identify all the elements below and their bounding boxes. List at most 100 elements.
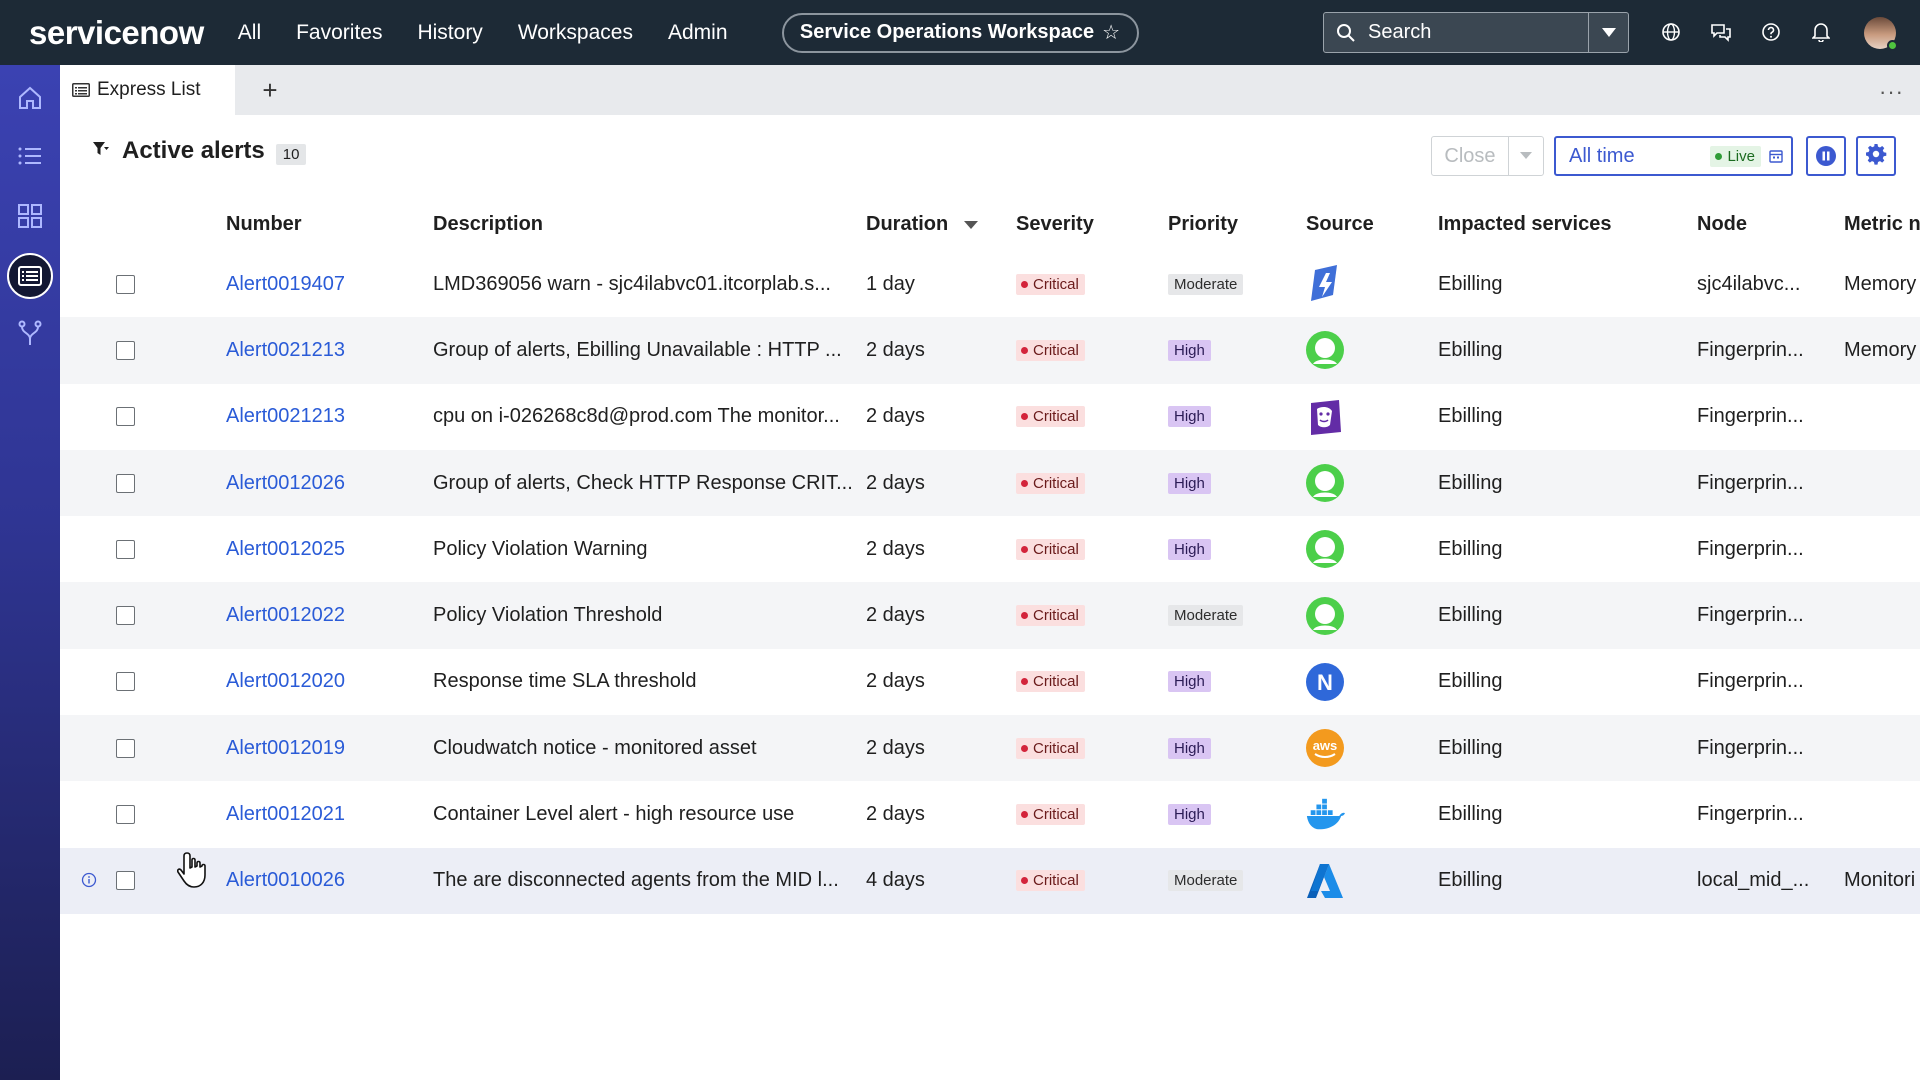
pause-button[interactable]	[1806, 136, 1846, 176]
table-row[interactable]: Alert0012019 Cloudwatch notice - monitor…	[60, 715, 1920, 782]
row-checkbox-cell	[116, 649, 135, 715]
alert-number-link[interactable]: Alert0021213	[226, 384, 345, 450]
alert-description: Group of alerts, Check HTTP Response CRI…	[433, 471, 853, 494]
home-icon[interactable]	[0, 73, 60, 123]
column-header-source[interactable]: Source	[1306, 213, 1374, 236]
add-tab-button[interactable]: +	[250, 65, 290, 115]
severity-badge: Critical	[1016, 671, 1085, 693]
row-checkbox-cell	[116, 317, 135, 383]
help-icon[interactable]	[1746, 15, 1796, 49]
time-range-selector[interactable]: All time Live	[1554, 136, 1793, 176]
severity-label: Critical	[1033, 806, 1079, 824]
bell-icon[interactable]	[1796, 15, 1846, 49]
source-cell	[1305, 251, 1345, 317]
column-header-severity[interactable]: Severity	[1016, 213, 1094, 236]
alert-description: cpu on i-026268c8d@prod.com The monitor.…	[433, 405, 840, 428]
table-body: Alert0019407 LMD369056 warn - sjc4ilabvc…	[60, 251, 1920, 914]
row-checkbox[interactable]	[116, 672, 135, 692]
active-rail-indicator	[7, 253, 53, 299]
table-row[interactable]: Alert0021213 Group of alerts, Ebilling U…	[60, 317, 1920, 384]
table-row[interactable]: Alert0010026 The are disconnected agents…	[60, 847, 1920, 914]
avatar[interactable]	[1864, 17, 1898, 51]
table-row[interactable]: Alert0012020 Response time SLA threshold…	[60, 649, 1920, 715]
close-button[interactable]: Close	[1432, 137, 1508, 175]
nav-workspaces[interactable]: Workspaces	[518, 21, 633, 45]
info-icon[interactable]	[81, 872, 97, 893]
column-header-metric[interactable]: Metric n	[1844, 213, 1920, 236]
tab-express-list[interactable]: Express List	[60, 65, 235, 115]
nav-history[interactable]: History	[417, 21, 482, 45]
tab-bar: Express List + ···	[60, 65, 1920, 115]
star-icon[interactable]: ☆	[1102, 20, 1120, 45]
express-list-icon[interactable]	[0, 251, 60, 301]
priority-badge: High	[1168, 671, 1211, 693]
column-header-impacted-services[interactable]: Impacted services	[1438, 213, 1611, 236]
alert-duration: 4 days	[866, 869, 925, 892]
nav-favorites[interactable]: Favorites	[296, 21, 382, 45]
severity-badge: Critical	[1016, 737, 1085, 759]
priority-cell: High	[1168, 781, 1211, 847]
impacted-service: Ebilling	[1438, 537, 1503, 560]
filter-icon[interactable]	[92, 141, 110, 162]
alert-description: Policy Violation Threshold	[433, 604, 663, 627]
column-header-description[interactable]: Description	[433, 213, 543, 236]
more-options-icon[interactable]: ···	[1879, 79, 1904, 105]
search-input[interactable]: Search	[1368, 21, 1588, 44]
grid-icon[interactable]	[0, 191, 60, 241]
search-icon	[1324, 23, 1368, 43]
row-checkbox[interactable]	[116, 871, 135, 891]
globe-icon[interactable]	[1646, 15, 1696, 49]
severity-cell: Critical	[1016, 582, 1085, 648]
table-row[interactable]: Alert0012025 Policy Violation Warning 2 …	[60, 516, 1920, 582]
row-checkbox[interactable]	[116, 340, 135, 360]
row-checkbox[interactable]	[116, 539, 135, 559]
priority-cell: High	[1168, 649, 1211, 715]
alert-number-link[interactable]: Alert0021213	[226, 317, 345, 383]
impacted-service: Ebilling	[1438, 803, 1503, 826]
table-row[interactable]: Alert0012026 Group of alerts, Check HTTP…	[60, 449, 1920, 517]
row-checkbox[interactable]	[116, 274, 135, 294]
column-header-priority[interactable]: Priority	[1168, 213, 1238, 236]
list-icon[interactable]	[0, 131, 60, 181]
workspace-pill[interactable]: Service Operations Workspace ☆	[781, 12, 1139, 53]
alert-number-link[interactable]: Alert0012019	[226, 715, 345, 781]
calendar-icon[interactable]	[1769, 149, 1783, 163]
servicenow-logo[interactable]: servicenow	[29, 14, 204, 52]
column-header-duration[interactable]: Duration	[866, 213, 978, 236]
alert-number-link[interactable]: Alert0012021	[226, 781, 345, 847]
severity-cell: Critical	[1016, 516, 1085, 582]
settings-button[interactable]	[1856, 136, 1896, 176]
row-checkbox[interactable]	[116, 473, 135, 493]
branch-icon[interactable]	[0, 309, 60, 359]
global-search[interactable]: Search	[1323, 12, 1629, 53]
table-row[interactable]: Alert0012021 Container Level alert - hig…	[60, 781, 1920, 847]
column-header-node[interactable]: Node	[1697, 213, 1747, 236]
sort-descending-icon[interactable]	[963, 213, 978, 236]
row-checkbox[interactable]	[116, 606, 135, 626]
row-checkbox[interactable]	[116, 805, 135, 825]
row-checkbox[interactable]	[116, 738, 135, 758]
table-row[interactable]: Alert0019407 LMD369056 warn - sjc4ilabvc…	[60, 251, 1920, 317]
severity-cell: Critical	[1016, 251, 1085, 317]
alert-number-link[interactable]: Alert0012020	[226, 649, 345, 715]
row-checkbox[interactable]	[116, 407, 135, 427]
severity-label: Critical	[1033, 673, 1079, 691]
top-navigation-bar: servicenow All Favorites History Workspa…	[0, 0, 1920, 65]
alert-number-link[interactable]: Alert0019407	[226, 251, 345, 317]
nav-all[interactable]: All	[238, 21, 261, 45]
column-header-number[interactable]: Number	[226, 213, 302, 236]
priority-cell: Moderate	[1168, 582, 1244, 648]
nav-admin[interactable]: Admin	[668, 21, 728, 45]
close-dropdown-button[interactable]	[1508, 137, 1543, 175]
table-row[interactable]: Alert0021213 cpu on i-026268c8d@prod.com…	[60, 384, 1920, 450]
source-logo-n: N	[1305, 662, 1345, 702]
priority-cell: High	[1168, 317, 1211, 383]
chat-icon[interactable]	[1696, 15, 1746, 49]
alert-number-link[interactable]: Alert0012026	[226, 450, 345, 516]
table-row[interactable]: Alert0012022 Policy Violation Threshold …	[60, 582, 1920, 649]
alert-number-link[interactable]: Alert0010026	[226, 848, 345, 914]
alert-description: LMD369056 warn - sjc4ilabvc01.itcorplab.…	[433, 272, 831, 295]
search-scope-dropdown[interactable]	[1588, 13, 1628, 52]
alert-number-link[interactable]: Alert0012025	[226, 516, 345, 582]
alert-number-link[interactable]: Alert0012022	[226, 582, 345, 648]
